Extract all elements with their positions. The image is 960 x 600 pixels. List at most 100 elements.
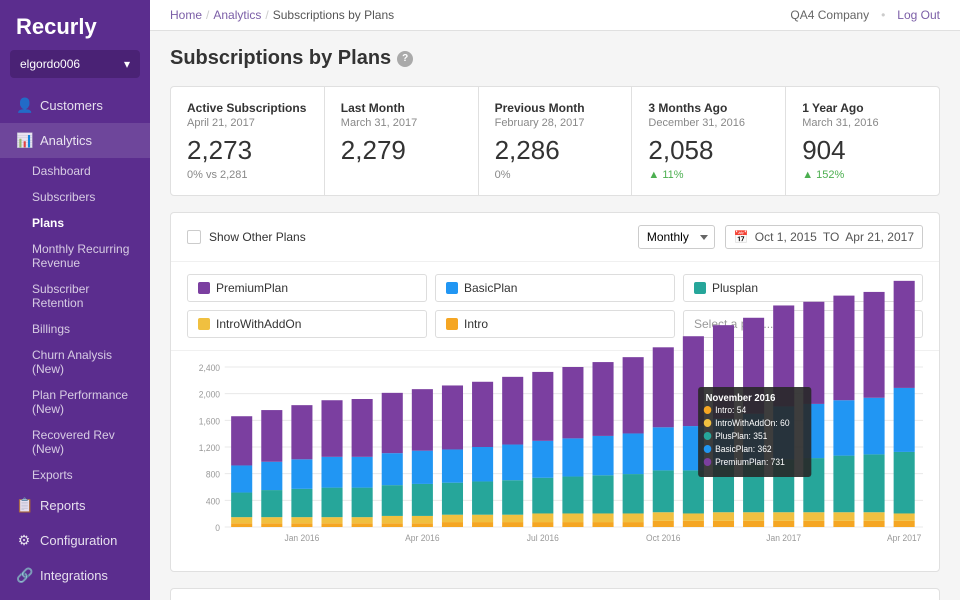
svg-text:400: 400: [206, 496, 220, 506]
stat-date: March 31, 2016: [802, 117, 923, 129]
topbar-right: QA4 Company • Log Out: [790, 8, 940, 22]
show-other-plans-toggle[interactable]: Show Other Plans: [187, 230, 306, 244]
sidebar-item-label: Integrations: [40, 568, 108, 583]
plan-tag-premium[interactable]: PremiumPlan: [187, 274, 427, 302]
plan-tag-plus[interactable]: Plusplan: [683, 274, 923, 302]
svg-text:IntroWithAddOn: 60: IntroWithAddOn: 60: [715, 418, 790, 428]
breadcrumb-home[interactable]: Home: [170, 8, 202, 22]
sidebar-sub-subscribers[interactable]: Subscribers: [0, 184, 150, 210]
plan-label: Plusplan: [712, 281, 758, 295]
stat-change: 0%: [495, 169, 616, 181]
show-other-plans-label: Show Other Plans: [209, 230, 306, 244]
stat-value: 904: [802, 135, 923, 166]
svg-text:2,400: 2,400: [199, 363, 220, 373]
topbar: Home / Analytics / Subscriptions by Plan…: [150, 0, 960, 31]
svg-text:Apr 2017: Apr 2017: [887, 533, 922, 543]
svg-text:Oct 2016: Oct 2016: [646, 533, 681, 543]
sidebar-sub-plans[interactable]: Plans: [0, 210, 150, 236]
stat-3months: 3 Months Ago December 31, 2016 2,058 ▲ 1…: [632, 87, 786, 195]
app-logo: Recurly: [0, 0, 150, 50]
chevron-down-icon: ▾: [124, 57, 130, 71]
stat-1year: 1 Year Ago March 31, 2016 904 ▲ 152%: [786, 87, 939, 195]
sidebar-sub-billings[interactable]: Billings: [0, 316, 150, 342]
sidebar-item-label: Customers: [40, 98, 103, 113]
reports-icon: 📋: [16, 497, 32, 514]
configuration-icon: ⚙: [16, 532, 32, 549]
sidebar-sub-exports[interactable]: Exports: [0, 462, 150, 488]
plan-label: IntroWithAddOn: [216, 317, 301, 331]
stat-label: 3 Months Ago: [648, 101, 769, 115]
stat-change: ▲ 11%: [648, 169, 769, 181]
sidebar-sub-retention[interactable]: Subscriber Retention: [0, 276, 150, 316]
svg-text:0: 0: [215, 523, 220, 533]
sidebar-sub-recovered[interactable]: Recovered Rev (New): [0, 422, 150, 462]
stat-date: April 21, 2017: [187, 117, 308, 129]
stat-date: March 31, 2017: [341, 117, 462, 129]
date-from: Oct 1, 2015: [755, 230, 817, 244]
sidebar-item-configuration[interactable]: ⚙ Configuration: [0, 523, 150, 558]
sidebar-item-developers[interactable]: 💻 Developers: [0, 593, 150, 600]
plan-tag-intro-addon[interactable]: IntroWithAddOn: [187, 310, 427, 338]
bar-chart: 0 400 800 1,200 1,600 2,000 2,400 Jan 2016 Apr 2…: [171, 351, 939, 571]
main-content: Home / Analytics / Subscriptions by Plan…: [150, 0, 960, 600]
user-dropdown[interactable]: elgordo006 ▾: [10, 50, 140, 78]
sidebar-item-reports[interactable]: 📋 Reports: [0, 488, 150, 523]
svg-text:Intro: 54: Intro: 54: [715, 405, 746, 415]
sidebar-sub-dashboard[interactable]: Dashboard: [0, 158, 150, 184]
plan-tag-basic[interactable]: BasicPlan: [435, 274, 675, 302]
stat-change: 0% vs 2,281: [187, 169, 308, 181]
sidebar-sub-mrr[interactable]: Monthly Recurring Revenue: [0, 236, 150, 276]
sidebar-sub-plan-perf[interactable]: Plan Performance (New): [0, 382, 150, 422]
sidebar-item-label: Analytics: [40, 133, 92, 148]
company-name: QA4 Company: [790, 8, 869, 22]
sidebar-item-analytics[interactable]: 📊 Analytics: [0, 123, 150, 158]
stat-date: December 31, 2016: [648, 117, 769, 129]
stat-value: 2,273: [187, 135, 308, 166]
svg-text:1,200: 1,200: [199, 443, 220, 453]
customers-icon: 👤: [16, 97, 32, 114]
sidebar-item-label: Reports: [40, 498, 86, 513]
stat-label: Previous Month: [495, 101, 616, 115]
show-other-plans-checkbox[interactable]: [187, 230, 201, 244]
sidebar-item-label: Configuration: [40, 533, 117, 548]
svg-text:Apr 2016: Apr 2016: [405, 533, 440, 543]
page-title-row: Subscriptions by Plans ?: [170, 47, 940, 70]
chart-right-controls: Monthly Weekly Daily 📅 Oct 1, 2015 TO Ap…: [638, 225, 923, 249]
svg-text:800: 800: [206, 469, 220, 479]
period-select[interactable]: Monthly Weekly Daily: [638, 225, 715, 249]
breadcrumb-current: Subscriptions by Plans: [273, 8, 394, 22]
svg-text:2,000: 2,000: [199, 389, 220, 399]
stats-row: Active Subscriptions April 21, 2017 2,27…: [170, 86, 940, 196]
stat-prev-month: Previous Month February 28, 2017 2,286 0…: [479, 87, 633, 195]
svg-text:November 2016: November 2016: [706, 393, 776, 404]
sidebar-item-integrations[interactable]: 🔗 Integrations: [0, 558, 150, 593]
chart-controls: Show Other Plans Monthly Weekly Daily 📅 …: [171, 213, 939, 262]
stat-date: February 28, 2017: [495, 117, 616, 129]
plan-tag-intro[interactable]: Intro: [435, 310, 675, 338]
svg-text:Jan 2016: Jan 2016: [284, 533, 319, 543]
stat-label: Last Month: [341, 101, 462, 115]
info-icon[interactable]: ?: [397, 51, 413, 67]
stat-value: 2,279: [341, 135, 462, 166]
svg-text:1,600: 1,600: [199, 416, 220, 426]
date-range[interactable]: 📅 Oct 1, 2015 TO Apr 21, 2017: [725, 225, 923, 249]
stat-value: 2,058: [648, 135, 769, 166]
intro-addon-color-dot: [198, 318, 210, 330]
stat-last-month: Last Month March 31, 2017 2,279: [325, 87, 479, 195]
stat-label: 1 Year Ago: [802, 101, 923, 115]
breadcrumb-analytics[interactable]: Analytics: [213, 8, 261, 22]
sidebar: Recurly elgordo006 ▾ 👤 Customers 📊 Analy…: [0, 0, 150, 600]
svg-text:Jul 2016: Jul 2016: [527, 533, 559, 543]
table-header-row: Subscriptions by Plan Download CSV: [171, 589, 939, 600]
logout-link[interactable]: Log Out: [897, 8, 940, 22]
sidebar-item-customers[interactable]: 👤 Customers: [0, 88, 150, 123]
user-label: elgordo006: [20, 57, 80, 71]
svg-text:Jan 2017: Jan 2017: [766, 533, 801, 543]
stat-value: 2,286: [495, 135, 616, 166]
breadcrumb: Home / Analytics / Subscriptions by Plan…: [170, 8, 394, 22]
stat-change: ▲ 152%: [802, 169, 923, 181]
svg-text:PlusPlan: 351: PlusPlan: 351: [715, 431, 767, 441]
plan-label: Intro: [464, 317, 488, 331]
calendar-icon: 📅: [734, 230, 749, 244]
sidebar-sub-churn[interactable]: Churn Analysis (New): [0, 342, 150, 382]
